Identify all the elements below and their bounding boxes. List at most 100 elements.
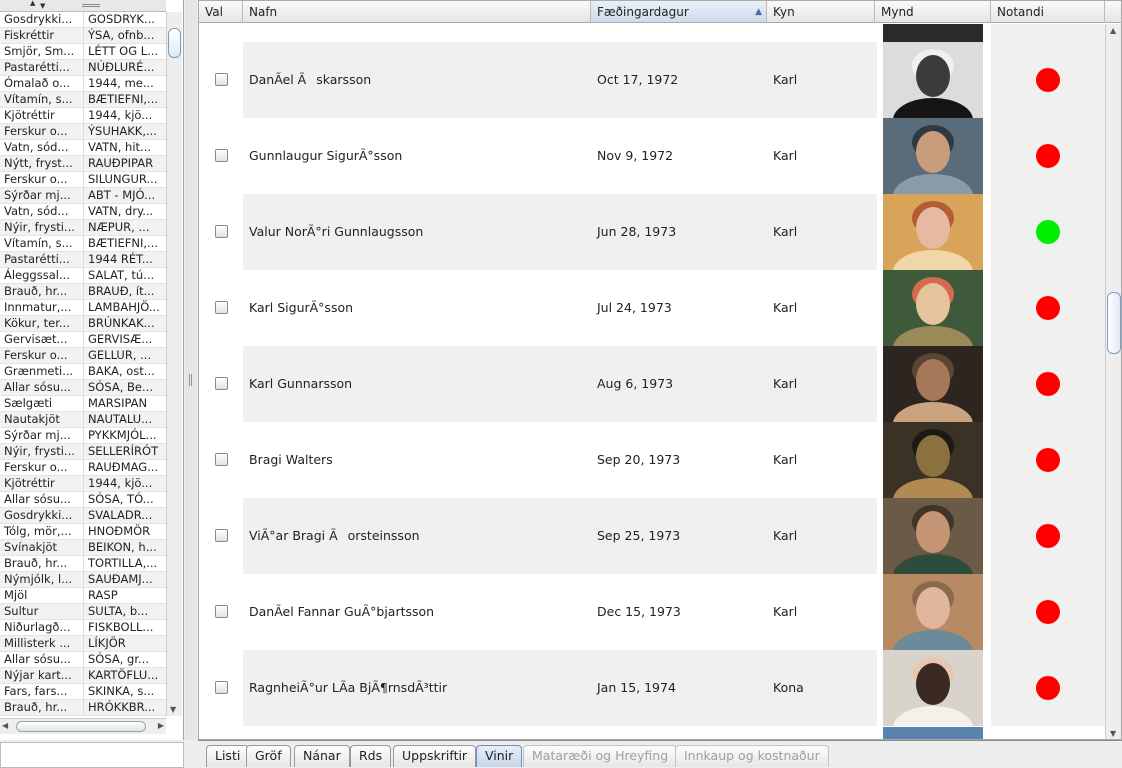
tab-3[interactable]: Rds [350, 745, 392, 767]
list-item[interactable]: Fiskréttir ÝSA, ofnb... [0, 28, 166, 44]
tab-4[interactable]: Uppskriftir [393, 745, 477, 767]
table-row[interactable]: DanÃ­el Fannar GuÃ°bjartsson Dec 15, 1973… [199, 574, 1105, 650]
list-item[interactable]: Niðurlagð... FISKBOLL... [0, 620, 166, 636]
split-pane-controls[interactable]: ▲ ▼ [0, 0, 166, 12]
list-item[interactable]: Kökur, ter... BRÚNKAK... [0, 316, 166, 332]
list-item[interactable]: Nautakjöt NAUTALU... [0, 412, 166, 428]
column-header-kyn[interactable]: Kyn [767, 1, 875, 23]
list-item[interactable]: Nýtt, fryst... RAUÐPIPAR [0, 156, 166, 172]
birth-date: Dec 15, 1973 [597, 604, 681, 619]
select-checkbox[interactable] [215, 301, 228, 314]
list-item[interactable]: Ferskur o... ÝSUHAKK,... [0, 124, 166, 140]
select-checkbox[interactable] [215, 605, 228, 618]
list-item[interactable]: Brauð, hr... HRÓKKBR... [0, 700, 166, 716]
list-item[interactable]: Brauð, hr... TORTILLA,... [0, 556, 166, 572]
scroll-down-icon[interactable]: ▼ [170, 705, 176, 714]
list-item[interactable]: Fars, fars... SKINKA, s... [0, 684, 166, 700]
select-checkbox[interactable] [215, 529, 228, 542]
list-item[interactable]: Sultur SULTA, b... [0, 604, 166, 620]
column-header-notandi[interactable]: Notandi [991, 1, 1105, 23]
list-item[interactable]: Vítamín, s... BÆTIEFNI,... [0, 236, 166, 252]
column-header-val[interactable]: Val [199, 1, 243, 23]
list-item[interactable]: Ómalað o... 1944, me... [0, 76, 166, 92]
list-item[interactable]: Allar sósu... SÓSA, TÓ... [0, 492, 166, 508]
food-name: SALAT, tú... [88, 268, 155, 282]
list-item[interactable]: Sýrðar mj... PYKKMJÓL... [0, 428, 166, 444]
divider-grip-icon[interactable] [189, 374, 192, 386]
table-row[interactable]: ViÃ°ar Bragi Ãorsteinsson Sep 25, 1973 Ka… [199, 498, 1105, 574]
birth-date: Jan 15, 1974 [597, 680, 676, 695]
search-input[interactable] [0, 742, 184, 768]
list-item[interactable]: Millisterk ... LÍKJÖR [0, 636, 166, 652]
list-item[interactable]: Gosdrykki... GOSDRYK... [0, 12, 166, 28]
food-list-horizontal-scrollbar[interactable]: ◀ ▶ [0, 718, 166, 734]
food-list-vertical-scrollbar[interactable]: ▼ [166, 12, 182, 716]
food-category: Pastarétti... [0, 252, 84, 267]
tab-1[interactable]: Gröf [246, 745, 291, 767]
list-item[interactable]: Vatn, sód... VATN, dry... [0, 204, 166, 220]
list-item[interactable]: Tólg, mör,... HNOÐMÖR [0, 524, 166, 540]
scrollbar-thumb[interactable] [1107, 292, 1121, 354]
food-name: GERVISÆ... [88, 332, 153, 346]
list-item[interactable]: Sælgæti MARSIPAN [0, 396, 166, 412]
list-item[interactable]: Pastarétti... 1944 RÉT... [0, 252, 166, 268]
column-header-mynd[interactable]: Mynd [875, 1, 991, 23]
list-item[interactable]: Nýir, frysti... SELLERÍRÓT [0, 444, 166, 460]
list-item[interactable]: Grænmeti... BAKA, ost... [0, 364, 166, 380]
list-item[interactable]: Smjör, Sm... LÉTT OG L... [0, 44, 166, 60]
table-row[interactable]: Karl SigurÃ°sson Jul 24, 1973 Karl [199, 270, 1105, 346]
scrollbar-thumb[interactable] [168, 28, 181, 58]
select-checkbox[interactable] [215, 681, 228, 694]
column-header-faedingardagur[interactable]: Fæðingardagur ▲ [591, 1, 767, 23]
select-checkbox[interactable] [215, 73, 228, 86]
collapse-down-icon[interactable]: ▼ [40, 2, 45, 10]
list-item[interactable]: Vítamín, s... BÆTIEFNI,... [0, 92, 166, 108]
list-item[interactable]: Pastarétti... NÚÐLURÉ... [0, 60, 166, 76]
table-row[interactable]: Bragi Walters Sep 20, 1973 Karl [199, 422, 1105, 498]
list-item[interactable]: Nýmjólk, l... SAUÐAMJ... [0, 572, 166, 588]
select-checkbox[interactable] [215, 225, 228, 238]
scroll-up-icon[interactable]: ▲ [1110, 26, 1116, 35]
list-item[interactable]: Ferskur o... SILUNGUR... [0, 172, 166, 188]
list-item[interactable]: Nýir, frysti... NÆPUR, ... [0, 220, 166, 236]
scroll-right-icon[interactable]: ▶ [158, 721, 164, 730]
list-item[interactable]: Gervisæt... GERVISÆ... [0, 332, 166, 348]
scroll-left-icon[interactable]: ◀ [2, 721, 8, 730]
tab-0[interactable]: Listi [206, 745, 250, 767]
list-item[interactable]: Brauð, hr... BRAUÐ, ít... [0, 284, 166, 300]
column-header-nafn[interactable]: Nafn [243, 1, 591, 23]
list-item[interactable]: Vatn, sód... VATN, hit... [0, 140, 166, 156]
list-item[interactable]: Innmatur,... LAMBAHJÖ... [0, 300, 166, 316]
table-vertical-scrollbar[interactable]: ▲ ▼ [1105, 24, 1121, 739]
list-item[interactable]: Gosdrykki... SVALADR... [0, 508, 166, 524]
table-row[interactable]: Gunnlaugur SigurÃ°sson Nov 9, 1972 Karl [199, 118, 1105, 194]
table-row[interactable]: Karl Gunnarsson Aug 6, 1973 Karl [199, 346, 1105, 422]
birth-date: Jun 28, 1973 [597, 224, 677, 239]
list-item[interactable]: Ferskur o... GELLUR, ... [0, 348, 166, 364]
select-checkbox[interactable] [215, 377, 228, 390]
table-row[interactable]: DanÃ­el Ãskarsson Oct 17, 1972 Karl [199, 42, 1105, 118]
list-item[interactable]: Sýrðar mj... ABT - MJÓ... [0, 188, 166, 204]
list-item[interactable]: Áleggssal... SALAT, tú... [0, 268, 166, 284]
list-item[interactable]: Svínakjöt BEIKON, h... [0, 540, 166, 556]
food-category: Innmatur,... [0, 300, 84, 315]
grip-handle-icon[interactable] [82, 4, 100, 7]
tab-2[interactable]: Nánar [294, 745, 350, 767]
list-item[interactable]: Ferskur o... RAUÐMAG... [0, 460, 166, 476]
select-checkbox[interactable] [215, 453, 228, 466]
list-item[interactable]: Kjötréttir 1944, kjö... [0, 476, 166, 492]
table-row[interactable]: RagnheiÃ°ur LÃ­a BjÃ¶rnsdÃ³ttir Jan 15, 1… [199, 650, 1105, 726]
scrollbar-thumb[interactable] [16, 721, 146, 732]
tab-5[interactable]: Vinir [476, 745, 523, 767]
select-checkbox[interactable] [215, 149, 228, 162]
split-pane-divider[interactable] [185, 0, 197, 740]
table-row[interactable]: Valur NorÃ°ri Gunnlaugsson Jun 28, 1973 Ka… [199, 194, 1105, 270]
scroll-down-icon[interactable]: ▼ [1110, 729, 1116, 738]
status-dot-icon [1036, 600, 1060, 624]
list-item[interactable]: Kjötréttir 1944, kjö... [0, 108, 166, 124]
list-item[interactable]: Mjöl RASP [0, 588, 166, 604]
list-item[interactable]: Nýjar kart... KARTÖFLU... [0, 668, 166, 684]
list-item[interactable]: Allar sósu... SÓSA, Be... [0, 380, 166, 396]
collapse-up-icon[interactable]: ▲ [30, 0, 35, 7]
list-item[interactable]: Allar sósu... SÓSA, gr... [0, 652, 166, 668]
